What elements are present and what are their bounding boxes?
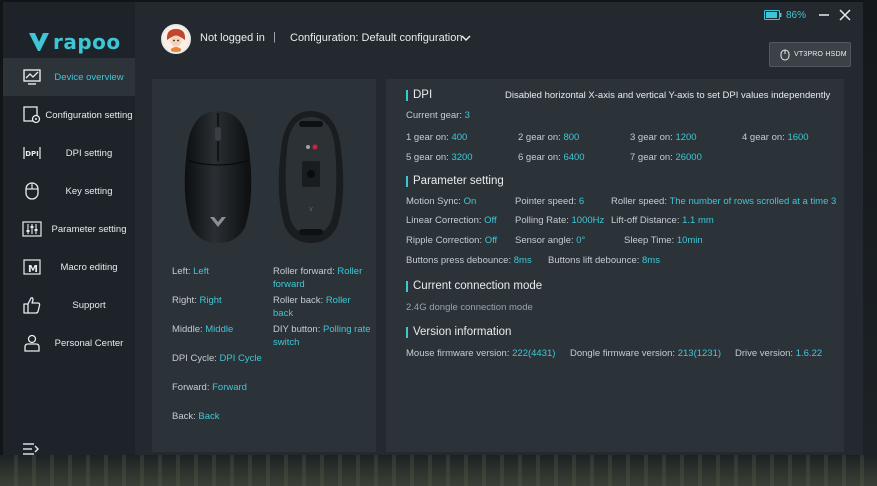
rapoo-logo: rapoo (29, 30, 121, 54)
mapping-roller-back: Roller back: Roller back (273, 295, 351, 319)
sidebar-item-label: Parameter setting (51, 223, 127, 235)
drive-version: Drive version: 1.6.22 (735, 348, 823, 359)
chevron-down-icon[interactable] (460, 33, 472, 43)
dpi-gear-1: 1 gear on: 400 (406, 132, 468, 143)
sidebar-nav: Device overview Configuration setting DP… (3, 58, 135, 362)
mouse-top-view-image (184, 111, 252, 243)
mapping-left: Left: Left (172, 266, 209, 277)
param-sleep-time: Sleep Time: 10min (624, 235, 703, 246)
dpi-gear-5: 5 gear on: 3200 (406, 152, 473, 163)
svg-text:DPI: DPI (25, 150, 39, 158)
svg-text:V: V (309, 207, 313, 213)
mapping-roller-forward: Roller forward: Roller forward (273, 266, 363, 290)
sliders-icon (21, 218, 43, 240)
thumbs-up-icon (21, 294, 43, 316)
sidebar-item-label: Device overview (54, 71, 124, 83)
sidebar-item-personal-center[interactable]: Personal Center (3, 324, 135, 362)
mouse-icon (21, 180, 43, 202)
connection-section-title: Current connection mode (406, 280, 542, 292)
mapping-middle: Middle: Middle (172, 324, 234, 335)
svg-text:M: M (28, 264, 38, 275)
device-name: VT3PRO HSDM (794, 51, 847, 58)
close-icon[interactable] (838, 8, 852, 22)
param-polling-rate: Polling Rate: 1000Hz (515, 215, 605, 226)
background-strip (0, 455, 877, 486)
sidebar-item-label: Key setting (65, 185, 113, 197)
sidebar-item-configuration-setting[interactable]: Configuration setting (3, 96, 135, 134)
logo-text: rapoo (53, 30, 121, 54)
avatar-character-icon (163, 26, 189, 52)
menu-toggle-icon[interactable] (22, 442, 40, 455)
parameter-section-title: Parameter setting (406, 175, 504, 187)
param-ripple-correction: Ripple Correction: Off (406, 235, 498, 246)
sidebar-item-label: Configuration setting (45, 109, 133, 121)
param-linear-correction: Linear Correction: Off (406, 215, 497, 226)
param-pointer-speed: Pointer speed: 6 (515, 196, 585, 207)
sidebar-item-label: DPI setting (65, 147, 113, 159)
mapping-forward: Forward: Forward (172, 382, 247, 393)
button-mapping-panel: V Left: Left Right: Right Middle: Middle… (152, 79, 376, 452)
battery-percent: 86% (786, 10, 807, 21)
minimize-icon[interactable] (818, 8, 830, 22)
mapping-dpi-cycle: DPI Cycle: DPI Cycle (172, 353, 262, 364)
person-icon (21, 332, 43, 354)
version-section-title: Version information (406, 326, 511, 338)
header-separator: | (273, 31, 276, 43)
sidebar-item-device-overview[interactable]: Device overview (3, 58, 135, 96)
device-info-panel: DPI Disabled horizontal X-axis and verti… (386, 79, 844, 452)
current-gear: Current gear: 3 (406, 110, 470, 121)
param-sensor-angle: Sensor angle: 0° (515, 235, 586, 246)
config-gear-icon (21, 104, 43, 126)
sidebar-item-macro-editing[interactable]: M Macro editing (3, 248, 135, 286)
sidebar-item-label: Macro editing (60, 261, 118, 273)
mapping-diy-button: DIY button: Polling rate switch (273, 324, 371, 348)
avatar[interactable] (161, 24, 191, 54)
sidebar-item-label: Personal Center (54, 337, 124, 349)
battery-icon (764, 10, 782, 20)
sidebar-item-label: Support (72, 299, 106, 311)
dpi-gear-2: 2 gear on: 800 (518, 132, 580, 143)
dpi-gear-3: 3 gear on: 1200 (630, 132, 697, 143)
sidebar-item-parameter-setting[interactable]: Parameter setting (3, 210, 135, 248)
app-window: rapoo Device overview Configuration sett… (3, 2, 863, 455)
connection-mode: 2.4G dongle connection mode (406, 302, 533, 313)
mouse-bottom-view-image: V (278, 111, 344, 243)
dpi-gear-4: 4 gear on: 1600 (742, 132, 809, 143)
dpi-icon: DPI (21, 142, 43, 164)
sidebar: rapoo Device overview Configuration sett… (3, 2, 135, 455)
dongle-firmware-version: Dongle firmware version: 213(1231) (570, 348, 722, 359)
rapoo-logo-mark-icon (29, 33, 49, 51)
param-liftoff-distance: Lift-off Distance: 1.1 mm (611, 215, 714, 226)
macro-icon: M (21, 256, 43, 278)
background-edge (863, 0, 877, 455)
mouse-firmware-version: Mouse firmware version: 222(4431) (406, 348, 556, 359)
dpi-section-title: DPI (406, 89, 432, 101)
sidebar-item-dpi-setting[interactable]: DPI DPI setting (3, 134, 135, 172)
param-motion-sync: Motion Sync: On (406, 196, 477, 207)
param-roller-speed: Roller speed: The number of rows scrolle… (611, 196, 837, 207)
param-press-debounce: Buttons press debounce: 8ms (406, 255, 532, 266)
mapping-back: Back: Back (172, 411, 220, 422)
monitor-chart-icon (21, 66, 43, 88)
param-lift-debounce: Buttons lift debounce: 8ms (548, 255, 660, 266)
mapping-right: Right: Right (172, 295, 222, 306)
dpi-gear-6: 6 gear on: 6400 (518, 152, 585, 163)
sidebar-item-key-setting[interactable]: Key setting (3, 172, 135, 210)
device-selector-button[interactable]: VT3PRO HSDM (769, 42, 851, 67)
dpi-note: Disabled horizontal X-axis and vertical … (505, 90, 831, 101)
sidebar-item-support[interactable]: Support (3, 286, 135, 324)
dpi-gear-7: 7 gear on: 26000 (630, 152, 702, 163)
login-status[interactable]: Not logged in (200, 32, 265, 44)
mouse-device-icon (780, 49, 790, 60)
configuration-selector[interactable]: Configuration: Default configuration (290, 32, 462, 44)
